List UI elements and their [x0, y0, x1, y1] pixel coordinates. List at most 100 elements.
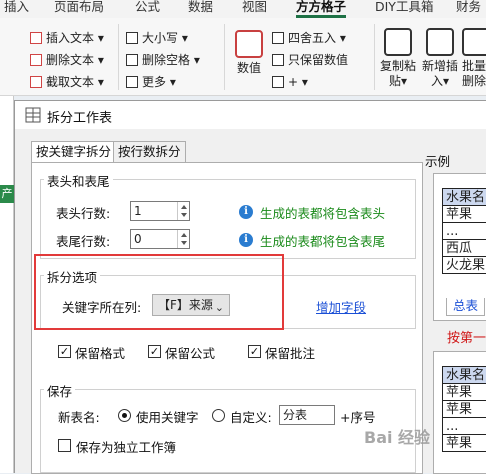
tab-formulas[interactable]: 公式: [135, 0, 160, 18]
save-independent-label: 保存为独立工作簿: [76, 437, 176, 456]
keep-numeric-icon: [272, 54, 284, 66]
table-row: ...: [443, 418, 486, 435]
delete-text-icon: [30, 54, 42, 66]
tab-split-by-keyword[interactable]: 按关键字拆分: [31, 141, 116, 164]
keep-format-checkbox[interactable]: ✓: [58, 345, 71, 358]
dialog-titlebar[interactable]: 拆分工作表: [15, 101, 486, 129]
ribbon-separator: [224, 24, 225, 90]
tab-page-layout[interactable]: 页面布局: [54, 0, 104, 18]
table-cell: 水果名: [443, 189, 486, 206]
table-row: 苹果: [443, 401, 486, 418]
round-button[interactable]: 四舍五入 ▾: [272, 30, 346, 46]
table-row: 苹果: [443, 206, 486, 223]
custom-name-label: 自定义:: [230, 407, 272, 426]
batch-delete-icon: [462, 28, 486, 56]
use-keyword-radio[interactable]: [118, 409, 131, 422]
keep-formula-label: 保留公式: [165, 343, 215, 362]
table-cell: 水果名: [443, 367, 486, 384]
sheet-cell[interactable]: 产: [0, 185, 14, 203]
table-cell: ...: [443, 418, 486, 435]
remove-spaces-button[interactable]: 删除空格 ▾: [126, 52, 200, 68]
table-row: 西瓜: [443, 240, 486, 257]
table-cell: ...: [443, 223, 486, 240]
insert-rows-icon: [426, 28, 454, 56]
example-sheet-tab: 总表: [446, 298, 485, 316]
footer-rows-spinner[interactable]: 0: [130, 229, 190, 249]
table-row: 水果名: [443, 367, 486, 384]
header-rows-spinner[interactable]: 1: [130, 201, 190, 221]
save-group-label: 保存: [44, 381, 75, 400]
split-sheet-icon: [25, 107, 41, 123]
ribbon-tabs: 插入 页面布局 公式 数据 视图 方方格子 DIY工具箱 财务: [0, 0, 486, 18]
ribbon-separator: [374, 24, 375, 90]
more-button[interactable]: 更多 ▾: [126, 74, 176, 90]
remove-spaces-icon: [126, 54, 138, 66]
custom-name-radio[interactable]: [212, 409, 225, 422]
round-icon: [272, 32, 284, 44]
tab-finance[interactable]: 财务: [456, 0, 481, 18]
table-cell: 火龙果: [443, 257, 486, 274]
keep-comments-checkbox[interactable]: ✓: [248, 345, 261, 358]
plus-button[interactable]: + ▾: [272, 74, 308, 90]
numeric-button[interactable]: 数值: [232, 30, 266, 76]
table-row: 苹果: [443, 435, 486, 452]
insert-text-button[interactable]: 插入文本 ▾: [30, 30, 104, 46]
use-keyword-label: 使用关键字: [136, 407, 199, 426]
tab-insert[interactable]: 插入: [4, 0, 29, 18]
save-group: [40, 389, 416, 473]
spinner-arrows[interactable]: [177, 230, 189, 248]
header-hint: 生成的表都将包含表头: [260, 203, 385, 222]
table-cell: 苹果: [443, 206, 486, 223]
ribbon-separator: [118, 24, 119, 90]
numeric-icon: [235, 30, 263, 58]
example-caption: 按第一: [447, 327, 486, 346]
insert-new-button[interactable]: 新增插入▾: [422, 28, 458, 89]
batch-delete-button[interactable]: 批量删除: [462, 28, 486, 89]
keep-format-label: 保留格式: [75, 343, 125, 362]
tab-split-by-rows[interactable]: 按行数拆分: [113, 141, 186, 163]
case-button[interactable]: 大小写 ▾: [126, 30, 188, 46]
keep-numeric-button[interactable]: 只保留数值: [272, 52, 348, 68]
tab-view[interactable]: 视图: [242, 0, 267, 18]
extract-text-button[interactable]: 截取文本 ▾: [30, 74, 104, 90]
example-table-source: 水果名 苹果 ... 西瓜 火龙果: [442, 188, 486, 274]
table-cell: 苹果: [443, 384, 486, 401]
header-footer-group-label: 表头和表尾: [44, 171, 113, 190]
footer-rows-value: 0: [134, 232, 142, 246]
example-table-result: 水果名 苹果 苹果 ... 苹果: [442, 366, 486, 452]
keep-formula-checkbox[interactable]: ✓: [148, 345, 161, 358]
more-icon: [126, 76, 138, 88]
split-worksheet-dialog: 拆分工作表 按关键字拆分 按行数拆分 表头和表尾 表头行数: 1 i 生成的表都…: [14, 100, 486, 473]
table-cell: 苹果: [443, 435, 486, 452]
tab-data[interactable]: 数据: [188, 0, 213, 18]
table-row: 苹果: [443, 384, 486, 401]
new-name-label: 新表名:: [58, 407, 100, 426]
header-rows-value: 1: [134, 204, 142, 218]
table-row: 火龙果: [443, 257, 486, 274]
tab-diy-toolbox[interactable]: DIY工具箱: [375, 0, 433, 18]
spinner-arrows[interactable]: [177, 202, 189, 220]
info-icon: i: [239, 233, 253, 247]
save-independent-checkbox[interactable]: [58, 439, 71, 452]
tab-fangfanggezi[interactable]: 方方格子: [296, 0, 346, 18]
example-label: 示例: [425, 151, 450, 170]
copy-paste-button[interactable]: 复制粘贴▾: [380, 28, 416, 89]
info-icon: i: [239, 205, 253, 219]
keep-comments-label: 保留批注: [265, 343, 315, 362]
example-preview-top: 水果名 苹果 ... 西瓜 火龙果 总表: [433, 173, 486, 321]
ribbon: 插入文本 ▾ 删除文本 ▾ 截取文本 ▾ 大小写 ▾ 删除空格 ▾ 更多 ▾ 数…: [0, 18, 486, 96]
table-row: 水果名: [443, 189, 486, 206]
table-row: ...: [443, 223, 486, 240]
case-icon: [126, 32, 138, 44]
header-rows-label: 表头行数:: [56, 203, 110, 222]
spreadsheet-edge: [0, 96, 14, 473]
delete-text-button[interactable]: 删除文本 ▾: [30, 52, 104, 68]
footer-rows-label: 表尾行数:: [56, 231, 110, 250]
example-preview-bottom: 水果名 苹果 苹果 ... 苹果: [433, 351, 486, 474]
add-field-link[interactable]: 增加字段: [316, 297, 366, 316]
watermark: Bai 经验: [364, 424, 430, 448]
highlight-box: [34, 254, 284, 330]
dialog-title: 拆分工作表: [47, 107, 112, 126]
custom-name-input[interactable]: 分表: [279, 405, 335, 425]
table-cell: 苹果: [443, 401, 486, 418]
